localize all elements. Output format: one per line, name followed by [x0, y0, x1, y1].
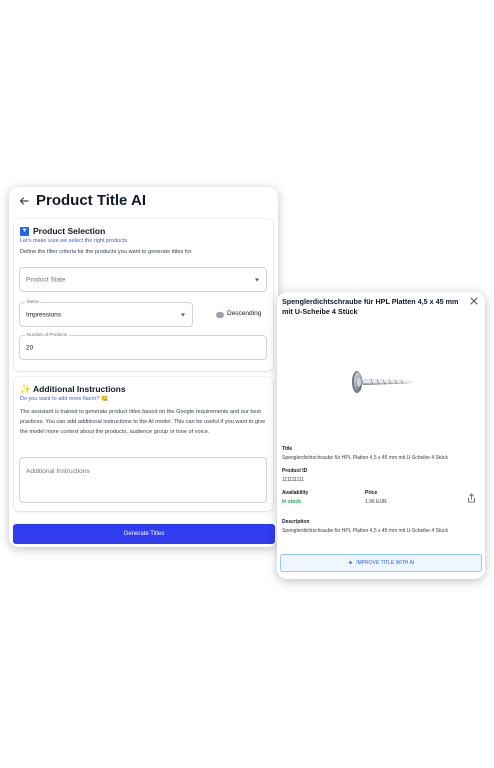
sparkles-icon: ✨	[20, 383, 32, 394]
number-of-products-value: 20	[26, 344, 34, 351]
section-title: Product Selection	[33, 226, 106, 236]
metric-value: Impressions	[26, 311, 62, 318]
description-label: Description	[282, 519, 310, 525]
filter-icon: ▼	[20, 226, 29, 236]
product-state-select[interactable]: Product State	[19, 267, 267, 292]
section-description: Define the filter criteria for the produ…	[20, 249, 193, 255]
page-title: Product Title AI	[36, 192, 147, 209]
product-id-label: Product ID	[282, 468, 308, 474]
product-selection-section: ▼ Product Selection Let's make sure we s…	[14, 219, 273, 371]
descending-toggle[interactable]	[216, 312, 224, 318]
price-label: Price	[365, 490, 378, 496]
title-label: Title	[282, 446, 293, 452]
number-of-products-label: Number of Products	[25, 332, 70, 337]
section-description: The assistant is trained to generate pro…	[20, 409, 266, 435]
additional-instructions-textarea[interactable]: Additional Instructions	[19, 457, 267, 503]
additional-instructions-header: ✨ Additional Instructions	[20, 384, 126, 394]
metric-select[interactable]: Metric Impressions	[19, 299, 193, 327]
product-detail-card: Spenglerdichtschraube für HPL Platten 4,…	[277, 292, 485, 579]
section-subtitle: Let's make sure we select the right prod…	[20, 238, 129, 244]
improve-title-button[interactable]: ✦ IMPROVE TITLE WITH AI	[280, 554, 482, 572]
generate-titles-button[interactable]: Generate Titles	[13, 524, 275, 544]
additional-instructions-placeholder: Additional Instructions	[26, 468, 90, 475]
product-heading: Spenglerdichtschraube für HPL Platten 4,…	[282, 297, 459, 316]
share-icon[interactable]	[467, 490, 476, 503]
descending-label: Descending	[227, 310, 262, 317]
chevron-down-icon	[181, 313, 185, 316]
panel-header: Product Title AI	[9, 187, 278, 217]
section-title: Additional Instructions	[33, 384, 126, 394]
product-id-value: 111111111	[282, 477, 305, 483]
metric-label: Metric	[25, 299, 42, 304]
number-of-products-input[interactable]: Number of Products 20	[19, 332, 267, 360]
close-icon[interactable]	[470, 297, 478, 307]
arrow-left-icon[interactable]	[18, 195, 30, 207]
additional-instructions-section: ✨ Additional Instructions Do you want to…	[14, 377, 273, 511]
product-image	[352, 371, 415, 393]
product-state-placeholder: Product State	[26, 276, 66, 283]
product-title-ai-panel: Product Title AI ▼ Product Selection Let…	[9, 187, 278, 547]
chevron-down-icon	[255, 278, 259, 281]
improve-title-label: IMPROVE TITLE WITH AI	[356, 560, 415, 566]
availability-value: In stock	[282, 499, 301, 505]
price-value: 1.96 EUR	[365, 499, 387, 505]
product-selection-header: ▼ Product Selection	[20, 226, 105, 236]
sparkles-icon: ✦	[347, 560, 354, 567]
description-value: Spenglerdichtschraube für HPL Platten 4,…	[282, 528, 449, 534]
section-subtitle: Do you want to add more flavor? 😋	[20, 396, 108, 402]
availability-label: Availability	[282, 490, 309, 496]
title-value: Spenglerdichtschraube für HPL Platten 4,…	[282, 455, 449, 461]
